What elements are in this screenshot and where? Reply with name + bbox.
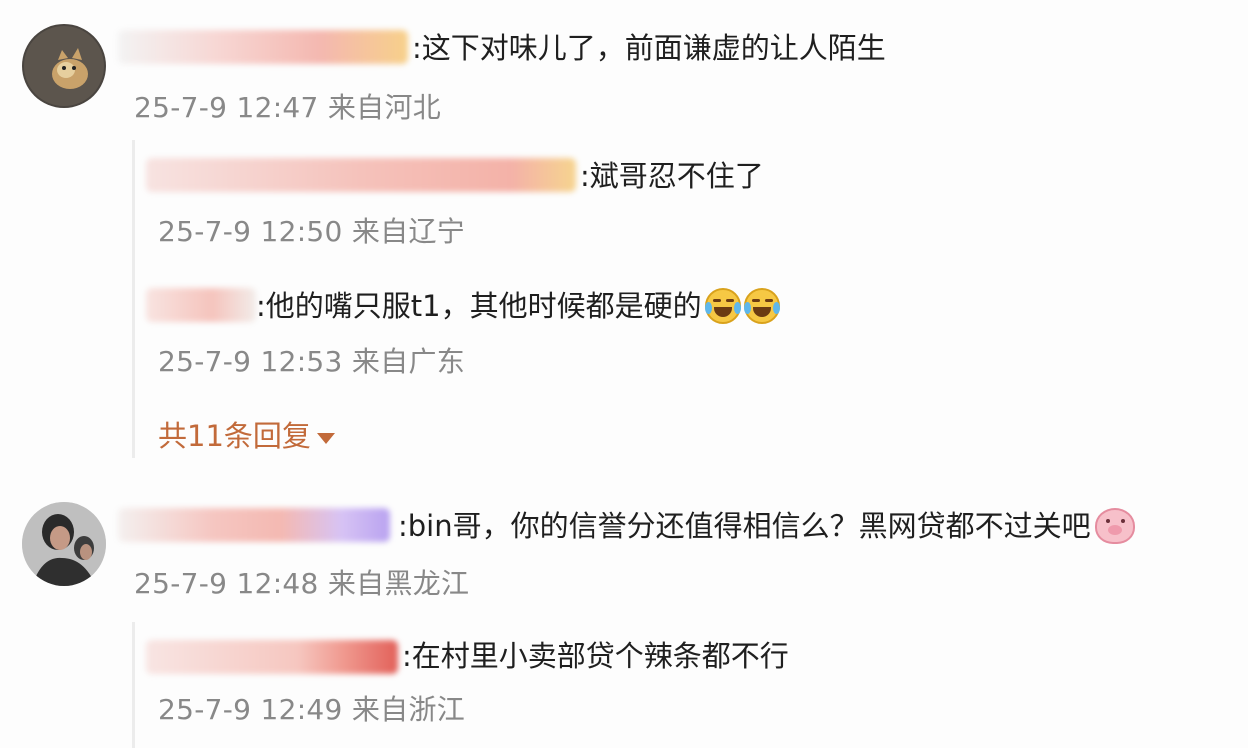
comment-meta: 25-7-9 12:47 来自河北 [134,91,442,124]
caret-down-icon [316,432,335,444]
user-avatar[interactable] [22,24,106,108]
user-avatar[interactable] [22,502,106,586]
reply-meta: 25-7-9 12:50 来自辽宁 [158,215,466,248]
blurred-username[interactable] [146,640,398,674]
laugh-cry-icon [743,288,780,324]
reply-text: :斌哥忍不住了 [580,156,764,196]
comment-body: :bin哥，你的信誉分还值得相信么？黑网贷都不过关吧 [398,509,1091,543]
reply-meta: 25-7-9 12:49 来自浙江 [158,693,466,726]
comment-text: :这下对味儿了，前面谦虚的让人陌生 [412,28,886,68]
reply-thread-line [132,622,135,748]
cat-avatar-icon [22,24,106,108]
reply-text: :他的嘴只服t1，其他时候都是硬的 [256,286,780,326]
blurred-username[interactable] [118,508,390,542]
reply-body: :斌哥忍不住了 [580,159,764,193]
comment-body: :这下对味儿了，前面谦虚的让人陌生 [412,31,886,65]
comment-meta: 25-7-9 12:48 来自黑龙江 [134,567,470,600]
comment-text: :bin哥，你的信誉分还值得相信么？黑网贷都不过关吧 [398,506,1135,546]
reply-meta: 25-7-9 12:53 来自广东 [158,345,466,378]
comment-feed: :这下对味儿了，前面谦虚的让人陌生 25-7-9 12:47 来自河北 :斌哥忍… [0,0,1248,748]
reply-text: :在村里小卖部贷个辣条都不行 [402,636,789,676]
laugh-cry-icon [704,288,741,324]
more-replies-label: 共11条回复 [158,419,311,453]
reply-body: :在村里小卖部贷个辣条都不行 [402,639,789,673]
blurred-username[interactable] [146,288,256,322]
more-replies-link[interactable]: 共11条回复 [158,416,335,456]
person-avatar-icon [22,502,106,586]
blurred-username[interactable] [146,158,576,192]
pig-icon [1094,508,1135,544]
reply-thread-line [132,140,135,458]
blurred-username[interactable] [118,30,408,64]
reply-body: :他的嘴只服t1，其他时候都是硬的 [256,289,702,323]
